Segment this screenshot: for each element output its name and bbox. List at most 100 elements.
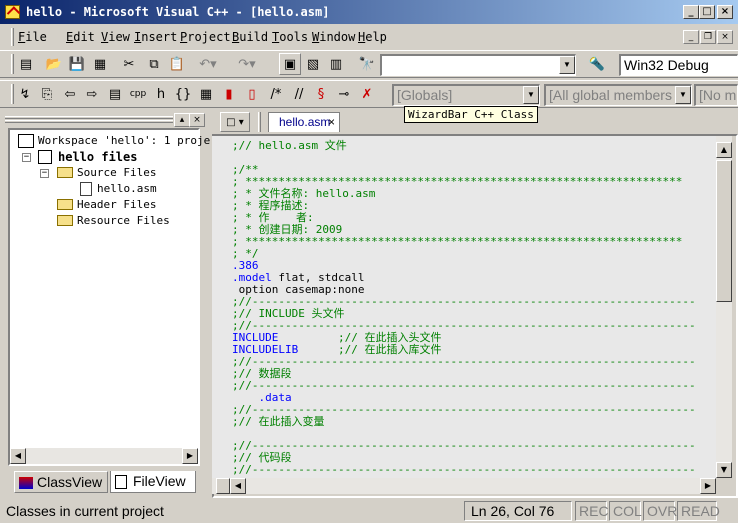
project-label[interactable]: hello files [58, 150, 137, 164]
menu-project[interactable]: Project [180, 30, 231, 44]
comment-icon[interactable]: /* [265, 83, 287, 105]
build-toolbar: ↯ ⎘ ⇦ ⇨ ▤ cpp h {} ▦ ▮ ▯ /* // § ⊸ ✗ [Gl… [0, 80, 738, 108]
code-map-icon[interactable]: ⊸ [333, 83, 355, 105]
cut-icon[interactable]: ✂ [118, 53, 140, 75]
file-hello-asm[interactable]: hello.asm [97, 182, 157, 195]
folder-header-files[interactable]: Header Files [77, 198, 156, 211]
wizardbar-members-value: [All global members [549, 87, 672, 103]
tab-classview[interactable]: ClassView [14, 471, 108, 493]
wizardbar-class-value: [Globals] [397, 87, 453, 103]
doc-minimize-button[interactable]: _ [683, 30, 699, 44]
cpp-icon[interactable]: cpp [127, 83, 149, 105]
paste-icon[interactable]: 📋 [166, 53, 188, 75]
project-icon [38, 150, 52, 164]
save-icon[interactable]: 💾 [66, 53, 88, 75]
clear-bookmark-icon[interactable]: ▯ [241, 83, 263, 105]
stop-build-icon[interactable]: ✗ [356, 83, 378, 105]
split-handle[interactable] [216, 478, 230, 494]
header-icon[interactable]: h [150, 83, 172, 105]
workspace-toggle-icon[interactable]: ▣ [279, 53, 301, 75]
debug-icon[interactable]: § [310, 83, 332, 105]
find-in-files-icon[interactable]: 🔭 [356, 53, 378, 75]
editor-scroll-right-button[interactable]: ▶ [700, 478, 716, 494]
maximize-button[interactable]: □ [699, 5, 715, 19]
vscroll-thumb[interactable] [716, 160, 732, 302]
wizard-icon[interactable]: ↯ [14, 83, 36, 105]
standard-toolbar: ▤ 📂 💾 ▦ ✂ ⧉ 📋 ↶▾ ↷▾ ▣ ▧ ▥ 🔭 ▼ 🔦 Win32 De… [0, 50, 738, 78]
find-icon[interactable]: 🔦 [586, 53, 608, 75]
undo-icon[interactable]: ↶▾ [197, 53, 219, 75]
scroll-up-button[interactable]: ▲ [716, 142, 732, 158]
menu-build[interactable]: Build [232, 30, 268, 44]
configuration-value: Win32 Debug [624, 57, 709, 73]
editor-tab-hello-asm[interactable]: hello.asm × [268, 112, 340, 132]
doc-restore-button[interactable]: ❐ [700, 30, 716, 44]
app-icon[interactable] [5, 5, 20, 19]
minimize-button[interactable]: _ [683, 5, 699, 19]
menubar-grip[interactable] [11, 28, 14, 46]
back-icon[interactable]: ⇦ [59, 83, 81, 105]
workspace-minimize-button[interactable]: ▴ [174, 113, 190, 127]
code-editor[interactable]: ;// hello.asm 文件 ;/**; ******************… [212, 136, 716, 478]
editor-vscrollbar[interactable]: ▲ ▼ [716, 136, 732, 478]
project-collapse-icon[interactable]: − [22, 153, 31, 162]
find-combo-dropdown[interactable]: ▼ [559, 56, 575, 74]
tab-close-icon[interactable]: × [328, 113, 335, 131]
code-line: ;// hello.asm 文件 [232, 139, 347, 152]
class-wizard-icon[interactable]: ⎘ [36, 83, 58, 105]
menu-view[interactable]: View [101, 30, 130, 44]
folder-source-files[interactable]: Source Files [77, 166, 156, 179]
tab-classview-label: ClassView [37, 474, 103, 490]
forward-icon[interactable]: ⇨ [81, 83, 103, 105]
workspace-icon [18, 134, 34, 148]
braces-icon[interactable]: {} [172, 83, 194, 105]
workspace-hscrollbar[interactable]: ◀ ▶ [10, 448, 198, 464]
folder-resource-files[interactable]: Resource Files [77, 214, 170, 227]
configuration-combo[interactable]: Win32 Debug [619, 54, 738, 76]
status-bar: Classes in current project Ln 26, Col 76… [0, 499, 738, 523]
open-icon[interactable]: 📂 [43, 53, 65, 75]
toolbar-grip[interactable] [11, 54, 14, 74]
scroll-right-button[interactable]: ▶ [182, 448, 198, 464]
window-list-icon[interactable]: ▥ [325, 53, 347, 75]
scroll-left-button[interactable]: ◀ [10, 448, 26, 464]
resource-folder-icon [57, 215, 73, 226]
menu-tools[interactable]: Tools [272, 30, 308, 44]
workspace-close-button[interactable]: × [189, 113, 205, 127]
code-line: ;//-------------------------------------… [232, 439, 696, 452]
wizardbar-class-combo[interactable]: [Globals] ▼ [392, 84, 540, 106]
line-comment-icon[interactable]: // [288, 83, 310, 105]
workspace-icon[interactable]: ▤ [15, 53, 37, 75]
menu-file[interactable]: File [18, 30, 47, 44]
save-all-icon[interactable]: ▦ [89, 53, 111, 75]
workspace-grip[interactable] [5, 116, 173, 119]
copy-icon[interactable]: ⧉ [143, 53, 165, 75]
workspace-root-label[interactable]: Workspace 'hello': 1 proje [38, 134, 210, 147]
wizardbar-third-combo[interactable]: [No m [694, 84, 738, 106]
editor-window-menu[interactable]: □ ▾ [220, 112, 250, 132]
code-line: ;//-------------------------------------… [232, 463, 696, 476]
bookmark-icon[interactable]: ▮ [218, 83, 240, 105]
menu-insert[interactable]: Insert [134, 30, 177, 44]
scroll-down-button[interactable]: ▼ [716, 462, 732, 478]
menu-window[interactable]: Window [312, 30, 355, 44]
wizardbar-members-combo[interactable]: [All global members ▼ [544, 84, 692, 106]
browse-icon[interactable]: ▤ [104, 83, 126, 105]
menu-edit[interactable]: Edit [66, 30, 95, 44]
output-window-icon[interactable]: ▧ [302, 53, 324, 75]
menu-bar: File Edit View Insert Project Build Tools Windo… [0, 25, 738, 49]
close-button[interactable]: × [717, 5, 733, 19]
redo-icon[interactable]: ↷▾ [236, 53, 258, 75]
doc-close-button[interactable]: × [717, 30, 733, 44]
title-bar[interactable]: hello - Microsoft Visual C++ - [hello.as… [0, 0, 738, 24]
workspace-tree[interactable]: Workspace 'hello': 1 proje − hello files… [10, 130, 210, 464]
outline-icon[interactable]: ▦ [195, 83, 217, 105]
tab-fileview[interactable]: FileView [110, 471, 196, 493]
find-combo[interactable]: ▼ [380, 54, 576, 76]
source-folder-collapse-icon[interactable]: − [40, 169, 49, 178]
class-combo-dropdown[interactable]: ▼ [523, 86, 539, 104]
menu-help[interactable]: Help [358, 30, 387, 44]
editor-hscrollbar[interactable]: ◀ ▶ [212, 478, 716, 494]
members-combo-dropdown[interactable]: ▼ [675, 86, 691, 104]
editor-scroll-left-button[interactable]: ◀ [230, 478, 246, 494]
